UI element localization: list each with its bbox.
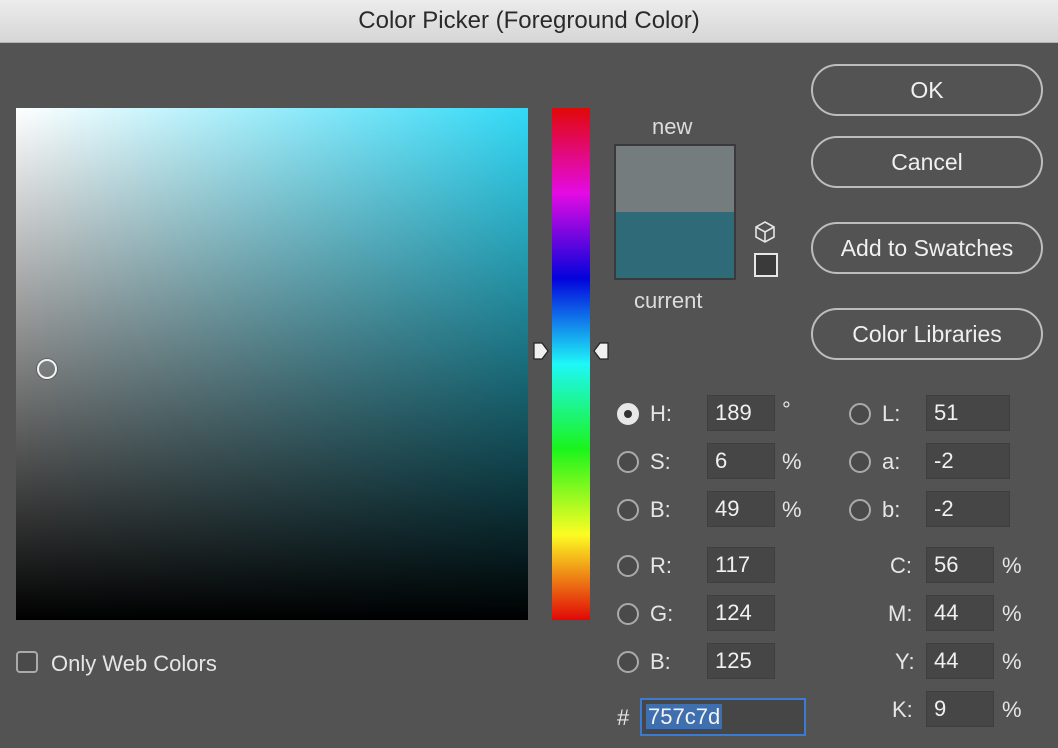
color-libraries-button[interactable]: Color Libraries xyxy=(811,308,1043,360)
red-input[interactable]: 117 xyxy=(707,547,775,583)
yellow-label: Y: xyxy=(895,649,915,674)
radio-brightness[interactable] xyxy=(617,499,639,521)
radio-green[interactable] xyxy=(617,603,639,625)
only-web-colors-label: Only Web Colors xyxy=(51,651,217,676)
lightness-label: L: xyxy=(882,401,901,426)
window-title: Color Picker (Foreground Color) xyxy=(0,0,1058,43)
saturation-unit: % xyxy=(782,449,802,474)
swatch-current-label: current xyxy=(634,288,703,313)
black-input[interactable]: 9 xyxy=(926,691,994,727)
hue-slider[interactable] xyxy=(552,108,590,620)
radio-lab-a[interactable] xyxy=(849,451,871,473)
blue-label: B: xyxy=(650,649,671,674)
yellow-unit: % xyxy=(1002,649,1022,674)
green-label: G: xyxy=(650,601,674,626)
swatch-current-color[interactable] xyxy=(616,212,734,278)
magenta-input[interactable]: 44 xyxy=(926,595,994,631)
yellow-input[interactable]: 44 xyxy=(926,643,994,679)
blue-input[interactable]: 125 xyxy=(707,643,775,679)
magenta-label: M: xyxy=(888,601,913,626)
cyan-label: C: xyxy=(890,553,912,578)
black-unit: % xyxy=(1002,697,1022,722)
lightness-input[interactable]: 51 xyxy=(926,395,1010,431)
color-field-cursor[interactable] xyxy=(36,359,57,380)
swatch-new-label: new xyxy=(652,114,693,139)
cyan-input[interactable]: 56 xyxy=(926,547,994,583)
saturation-input[interactable]: 6 xyxy=(707,443,775,479)
hex-input-value: 757c7d xyxy=(646,704,723,729)
magenta-unit: % xyxy=(1002,601,1022,626)
color-swatch-preview xyxy=(614,144,736,280)
swatch-new-color xyxy=(616,146,734,212)
hue-label: H: xyxy=(650,401,672,426)
radio-lightness[interactable] xyxy=(849,403,871,425)
hue-slider-right-arrow[interactable] xyxy=(593,342,609,360)
red-label: R: xyxy=(650,553,672,578)
add-to-swatches-button[interactable]: Add to Swatches xyxy=(811,222,1043,274)
only-web-colors-checkbox[interactable] xyxy=(16,651,38,673)
hue-input[interactable]: 189 xyxy=(707,395,775,431)
hex-label: # xyxy=(617,705,630,730)
green-input[interactable]: 124 xyxy=(707,595,775,631)
black-label: K: xyxy=(892,697,913,722)
brightness-label: B: xyxy=(650,497,671,522)
cancel-button[interactable]: Cancel xyxy=(811,136,1043,188)
radio-saturation[interactable] xyxy=(617,451,639,473)
lab-b-label: b: xyxy=(882,497,901,522)
cube-icon[interactable] xyxy=(754,220,776,244)
hue-unit: ° xyxy=(782,397,791,422)
lab-a-input[interactable]: -2 xyxy=(926,443,1010,479)
radio-red[interactable] xyxy=(617,555,639,577)
color-field[interactable] xyxy=(16,108,528,620)
radio-lab-b[interactable] xyxy=(849,499,871,521)
hue-slider-left-arrow[interactable] xyxy=(533,342,549,360)
lab-a-label: a: xyxy=(882,449,901,474)
saturation-label: S: xyxy=(650,449,671,474)
cyan-unit: % xyxy=(1002,553,1022,578)
square-icon[interactable] xyxy=(753,252,779,278)
radio-hue[interactable] xyxy=(617,403,639,425)
hex-input[interactable]: 757c7d xyxy=(640,698,806,736)
lab-b-input[interactable]: -2 xyxy=(926,491,1010,527)
ok-button[interactable]: OK xyxy=(811,64,1043,116)
brightness-input[interactable]: 49 xyxy=(707,491,775,527)
radio-blue[interactable] xyxy=(617,651,639,673)
brightness-unit: % xyxy=(782,497,802,522)
